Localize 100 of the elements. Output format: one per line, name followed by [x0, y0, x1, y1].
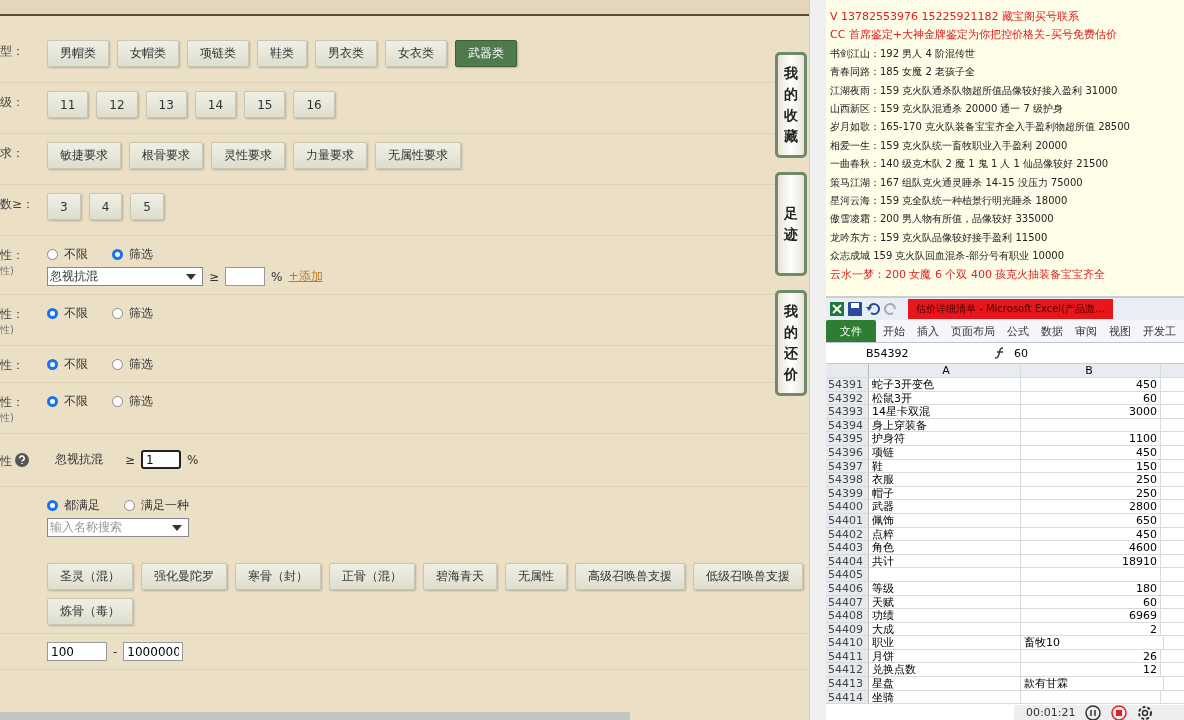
radio-button[interactable]: [47, 249, 58, 260]
settings-icon[interactable]: [1137, 704, 1154, 720]
value-input[interactable]: [225, 267, 266, 286]
option-button[interactable]: 5: [130, 193, 164, 220]
ribbon-tab[interactable]: 开始: [878, 320, 910, 342]
horizontal-scrollbar[interactable]: [0, 712, 630, 720]
option-button[interactable]: 武器类: [455, 40, 517, 67]
option-button[interactable]: 11: [47, 91, 89, 118]
option-button[interactable]: 3: [47, 193, 81, 220]
option-button[interactable]: 无属性要求: [375, 142, 461, 169]
radio-label[interactable]: 筛选: [129, 356, 153, 373]
formula-field[interactable]: 60: [1014, 346, 1028, 360]
caret-icon[interactable]: [172, 524, 182, 531]
option-button[interactable]: 女衣类: [385, 40, 447, 67]
radio-label[interactable]: 筛选: [129, 393, 153, 410]
function-icon[interactable]: [994, 347, 1006, 359]
row-number[interactable]: 54412: [826, 663, 869, 677]
value-input[interactable]: 1: [141, 450, 182, 469]
radio-label[interactable]: 筛选: [129, 305, 153, 322]
radio-button[interactable]: [47, 359, 58, 370]
attribute-dropdown[interactable]: 忽视抗混: [47, 267, 203, 286]
option-button[interactable]: 男衣类: [315, 40, 377, 67]
option-button[interactable]: 16: [293, 91, 335, 118]
note-line: 傲雪凌霜：200 男人物有所值，品像较好 335000: [830, 212, 1055, 227]
option-button[interactable]: 15: [244, 91, 286, 118]
radio-label[interactable]: 不限: [64, 305, 88, 322]
radio-button[interactable]: [112, 308, 123, 319]
row-number[interactable]: 54400: [826, 500, 869, 513]
tag-button[interactable]: 炼骨（毒）: [47, 598, 133, 625]
row-number[interactable]: 54393: [826, 405, 869, 418]
option-button[interactable]: 12: [96, 91, 138, 118]
radio-label[interactable]: 不限: [64, 356, 88, 373]
tag-button[interactable]: 寒骨（封）: [235, 563, 321, 590]
radio-label[interactable]: 都满足: [64, 497, 100, 514]
ribbon-tab[interactable]: 公式: [1002, 320, 1034, 342]
row-number[interactable]: 54403: [826, 541, 869, 554]
ribbon-tab[interactable]: 文件: [826, 320, 876, 342]
ribbon-tab[interactable]: 开发工: [1138, 320, 1181, 342]
row-number[interactable]: 54410: [826, 636, 869, 649]
option-button[interactable]: 鞋类: [257, 40, 307, 67]
tag-button[interactable]: 高级召唤兽支援: [575, 563, 685, 590]
tag-button[interactable]: 碧海青天: [423, 563, 497, 590]
min-input[interactable]: 100: [47, 642, 107, 661]
excel-icon[interactable]: [830, 302, 844, 316]
row-number[interactable]: 54391: [826, 378, 869, 391]
column-header[interactable]: A: [869, 364, 1021, 377]
caret-icon[interactable]: [186, 273, 196, 280]
tag-button[interactable]: 低级召唤兽支援: [693, 563, 803, 590]
name-box[interactable]: B54392: [826, 346, 986, 360]
table-cell: 鞋: [872, 459, 883, 473]
undo-icon[interactable]: [866, 302, 880, 316]
option-button[interactable]: 力量要求: [293, 142, 367, 169]
side-tab[interactable]: 足迹: [775, 172, 807, 276]
table-cell: 护身符: [872, 432, 905, 446]
option-button[interactable]: 男帽类: [47, 40, 109, 67]
filter-sublabel: 性): [0, 264, 14, 278]
row-number[interactable]: 54408: [826, 609, 869, 622]
help-icon[interactable]: [15, 453, 29, 467]
option-button[interactable]: 4: [88, 193, 123, 220]
row-number[interactable]: 54395: [826, 432, 869, 445]
side-tab[interactable]: 我的还价: [775, 290, 807, 396]
save-icon[interactable]: [848, 302, 862, 316]
stop-icon[interactable]: [1111, 704, 1128, 720]
option-button[interactable]: 灵性要求: [211, 142, 285, 169]
radio-button[interactable]: [47, 500, 58, 511]
max-input[interactable]: 1000000: [123, 642, 184, 661]
radio-label[interactable]: 不限: [64, 393, 88, 410]
option-button[interactable]: 女帽类: [117, 40, 179, 67]
ribbon-tab[interactable]: 审阅: [1070, 320, 1102, 342]
tag-button[interactable]: 强化曼陀罗: [141, 563, 227, 590]
radio-button[interactable]: [112, 249, 123, 260]
option-button[interactable]: 14: [194, 91, 237, 118]
tag-button[interactable]: 无属性: [505, 563, 567, 590]
ribbon-tab[interactable]: 视图: [1104, 320, 1136, 342]
radio-button[interactable]: [47, 308, 58, 319]
column-header[interactable]: B: [1021, 364, 1161, 377]
row-number[interactable]: 54405: [826, 568, 869, 581]
ribbon-tab[interactable]: 数据: [1036, 320, 1068, 342]
table-cell: 角色: [872, 541, 894, 555]
option-button[interactable]: 项链类: [187, 40, 249, 67]
tag-button[interactable]: 圣灵（混）: [47, 563, 133, 590]
radio-button[interactable]: [112, 359, 123, 370]
radio-button[interactable]: [47, 396, 58, 407]
vertical-scrollbar[interactable]: [809, 0, 826, 720]
ribbon-tab[interactable]: 页面布局: [946, 320, 1000, 342]
radio-label[interactable]: 满足一种: [141, 497, 189, 514]
row-number[interactable]: 54398: [826, 473, 869, 486]
pause-icon[interactable]: [1085, 704, 1102, 720]
option-button[interactable]: 根骨要求: [129, 142, 203, 169]
tag-button[interactable]: 正骨（混）: [329, 563, 415, 590]
side-tab[interactable]: 我的收藏: [775, 52, 807, 158]
row-number[interactable]: 54413: [826, 677, 869, 690]
option-button[interactable]: 敏捷要求: [47, 142, 121, 169]
radio-button[interactable]: [112, 396, 123, 407]
option-button[interactable]: 13: [145, 91, 187, 118]
radio-label[interactable]: 筛选: [129, 246, 153, 263]
radio-button[interactable]: [124, 500, 135, 511]
unit-text: %: [187, 452, 199, 467]
radio-label[interactable]: 不限: [64, 246, 88, 263]
ribbon-tab[interactable]: 插入: [912, 320, 944, 342]
